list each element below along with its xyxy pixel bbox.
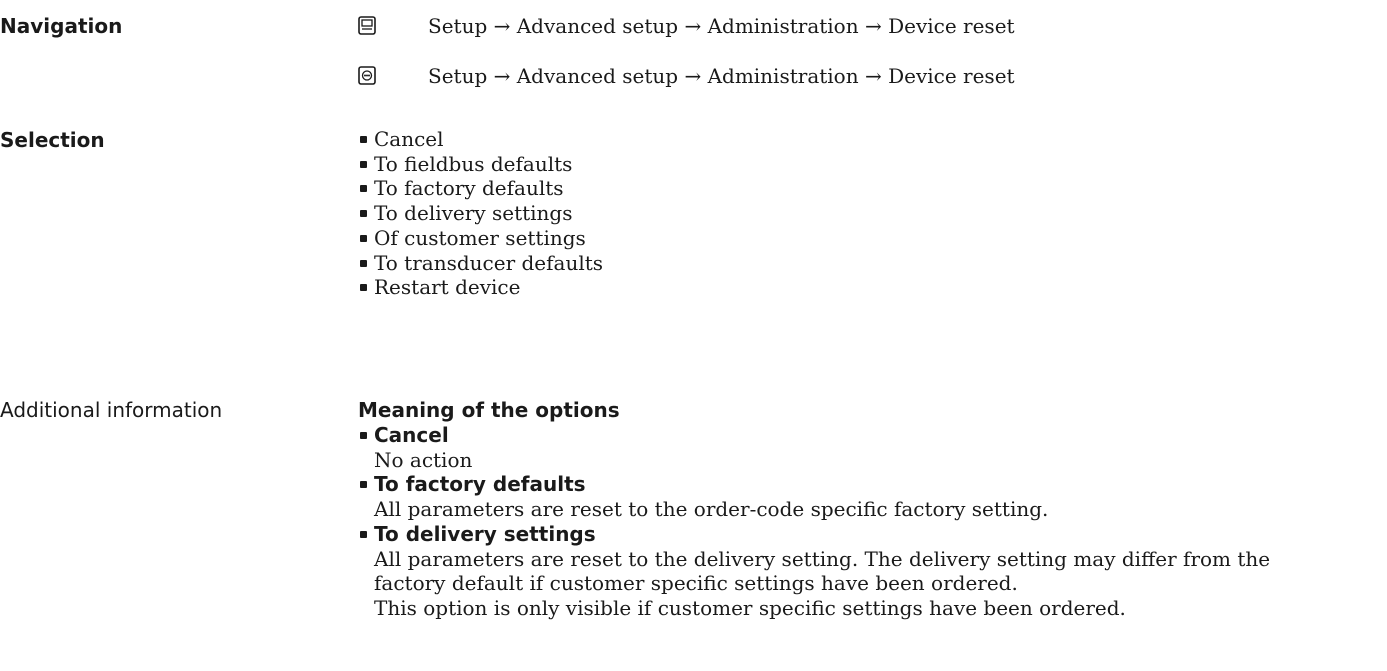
navigation-path-text: Setup → Advanced setup → Administration … — [428, 14, 1015, 38]
list-item: Of customer settings — [358, 226, 603, 251]
additional-info-content: Meaning of the options Cancel No action … — [358, 397, 1270, 621]
option-description: This option is only visible if customer … — [374, 595, 1126, 620]
navigation-path-text: Setup → Advanced setup → Administration … — [428, 64, 1015, 88]
operating-tool-icon — [358, 66, 376, 85]
selection-options-list: Cancel To fieldbus defaults To factory d… — [358, 127, 603, 300]
list-item: Restart device — [358, 275, 603, 300]
navigation-label: Navigation — [0, 14, 123, 38]
list-item: To factory defaults — [358, 176, 603, 201]
option-description: No action — [374, 447, 473, 472]
list-item: To delivery settings All parameters are … — [358, 522, 1270, 621]
option-meanings-list: Cancel No action To factory defaults All… — [358, 423, 1270, 621]
additional-info-label: Additional information — [0, 398, 223, 422]
option-title: To delivery settings — [374, 521, 596, 546]
meaning-heading: Meaning of the options — [358, 398, 620, 422]
selection-content: Cancel To fieldbus defaults To factory d… — [358, 127, 603, 300]
list-item: Cancel — [358, 127, 603, 152]
option-description: All parameters are reset to the order-co… — [374, 497, 1049, 522]
selection-label: Selection — [0, 128, 105, 152]
option-title: To factory defaults — [374, 472, 586, 497]
list-item: To fieldbus defaults — [358, 152, 603, 177]
list-item: To factory defaults All parameters are r… — [358, 472, 1270, 521]
list-item: Cancel No action — [358, 423, 1270, 472]
option-description: factory default if customer specific set… — [374, 571, 1018, 596]
option-title: Cancel — [374, 423, 449, 447]
list-item: To transducer defaults — [358, 251, 603, 276]
display-module-icon — [358, 16, 376, 35]
list-item: To delivery settings — [358, 201, 603, 226]
option-description: All parameters are reset to the delivery… — [374, 546, 1271, 571]
